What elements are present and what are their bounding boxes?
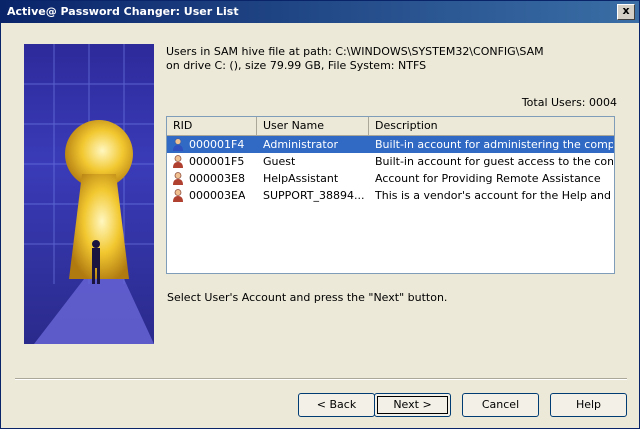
table-row[interactable]: 000003E8 HelpAssistant Account for Provi… — [167, 170, 614, 187]
user-admin-icon — [173, 138, 183, 151]
total-users-text: Total Users: 0004 — [521, 96, 617, 109]
description-cell: Account for Providing Remote Assistance — [375, 172, 601, 185]
rid-cell: 000001F5 — [189, 155, 245, 168]
table-row[interactable]: 000003EA SUPPORT_38894... This is a vend… — [167, 187, 614, 204]
keyhole-illustration — [24, 44, 154, 344]
column-header-description[interactable]: Description — [369, 117, 614, 135]
user-name-cell: HelpAssistant — [263, 172, 339, 185]
window-title: Active@ Password Changer: User List — [7, 5, 239, 18]
description-cell: This is a vendor's account for the Help … — [375, 189, 613, 202]
rid-cell: 000003EA — [189, 189, 246, 202]
user-name-cell: Administrator — [263, 138, 338, 151]
instruction-text: Select User's Account and press the "Nex… — [167, 291, 448, 304]
user-name-cell: SUPPORT_38894... — [263, 189, 365, 202]
drive-info-text: on drive C: (), size 79.99 GB, File Syst… — [166, 59, 427, 72]
sam-path-text: Users in SAM hive file at path: C:\WINDO… — [166, 45, 544, 58]
rid-cell: 000003E8 — [189, 172, 245, 185]
help-button[interactable]: Help — [550, 393, 627, 417]
column-header-rid[interactable]: RID — [167, 117, 257, 135]
description-cell: Built-in account for administering the c… — [375, 138, 613, 151]
cancel-button[interactable]: Cancel — [462, 393, 539, 417]
close-button[interactable]: x — [617, 4, 635, 20]
rid-cell: 000001F4 — [189, 138, 245, 151]
list-header: RID User Name Description — [167, 117, 614, 136]
password-changer-window: Active@ Password Changer: User List x Us… — [0, 0, 640, 429]
user-icon — [173, 155, 183, 168]
back-button[interactable]: < Back — [298, 393, 375, 417]
user-name-cell: Guest — [263, 155, 296, 168]
user-icon — [173, 189, 183, 202]
column-header-user-name[interactable]: User Name — [257, 117, 369, 135]
next-button[interactable]: Next > — [374, 393, 451, 417]
description-cell: Built-in account for guest access to the… — [375, 155, 613, 168]
user-icon — [173, 172, 183, 185]
divider — [15, 378, 627, 380]
user-list[interactable]: RID User Name Description 000001F4 Admin… — [166, 116, 615, 274]
title-bar[interactable]: Active@ Password Changer: User List x — [1, 1, 639, 23]
table-row[interactable]: 000001F4 Administrator Built-in account … — [167, 136, 614, 153]
table-row[interactable]: 000001F5 Guest Built-in account for gues… — [167, 153, 614, 170]
